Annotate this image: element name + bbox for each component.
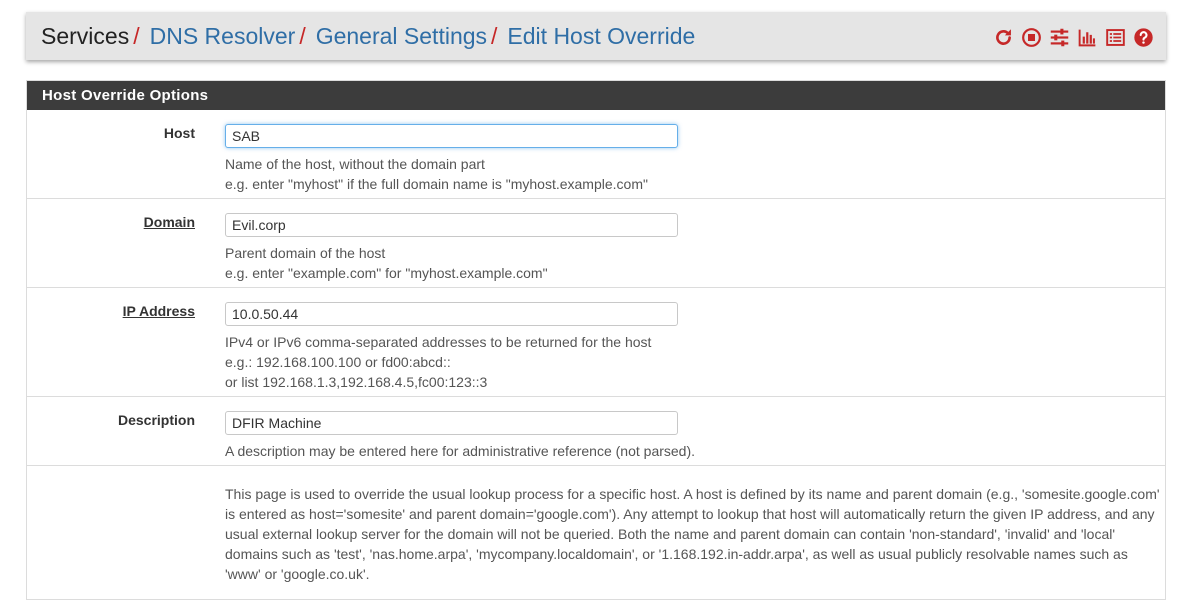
description-label: Description xyxy=(117,412,195,428)
settings-sliders-icon[interactable] xyxy=(1049,27,1070,48)
breadcrumb-bar: Services / DNS Resolver / General Settings / E… xyxy=(26,12,1166,60)
breadcrumb-separator: / xyxy=(491,23,498,49)
help-icon[interactable] xyxy=(1133,27,1154,48)
info-text: This page is used to override the usual … xyxy=(225,486,1160,582)
domain-label: Domain xyxy=(143,214,195,230)
help-line: A description may be entered here for ad… xyxy=(225,443,696,459)
info-row: This page is used to override the usual … xyxy=(27,466,1165,596)
help-line: Parent domain of the host xyxy=(225,245,386,261)
description-input[interactable] xyxy=(225,411,678,435)
reload-icon[interactable] xyxy=(993,27,1014,48)
help-line: or list 192.168.1.3,192.168.4.5,fc00:123… xyxy=(225,374,488,390)
breadcrumb-edit-host-override-link[interactable]: Edit Host Override xyxy=(507,23,695,49)
help-line: e.g. enter "example.com" for "myhost.exa… xyxy=(225,265,548,281)
host-help: Name of the host, without the domain par… xyxy=(225,154,1155,194)
chart-icon[interactable] xyxy=(1077,27,1098,48)
help-line: e.g.: 192.168.100.100 or fd00:abcd:: xyxy=(225,354,451,370)
breadcrumb-separator: / xyxy=(299,23,306,49)
host-row: Host Name of the host, without the domai… xyxy=(27,110,1165,199)
host-override-panel: Host Override Options Host Name of the h… xyxy=(26,80,1166,600)
ip-address-row: IP Address IPv4 or IPv6 comma-separated … xyxy=(27,288,1165,397)
ip-address-input[interactable] xyxy=(225,302,678,326)
breadcrumb: Services / DNS Resolver / General Settings / E… xyxy=(41,22,695,50)
help-line: e.g. enter "myhost" if the full domain n… xyxy=(225,176,648,192)
description-help: A description may be entered here for ad… xyxy=(225,441,1155,461)
host-label: Host xyxy=(163,125,195,141)
domain-input[interactable] xyxy=(225,213,678,237)
stop-icon[interactable] xyxy=(1021,27,1042,48)
domain-help: Parent domain of the host e.g. enter "ex… xyxy=(225,243,1155,283)
panel-heading: Host Override Options xyxy=(27,81,1165,110)
toolbar xyxy=(993,26,1154,48)
host-input[interactable] xyxy=(225,124,678,148)
description-row: Description A description may be entered… xyxy=(27,397,1165,466)
breadcrumb-dns-resolver-link[interactable]: DNS Resolver xyxy=(150,23,296,49)
breadcrumb-separator: / xyxy=(133,23,140,49)
log-list-icon[interactable] xyxy=(1105,27,1126,48)
domain-row: Domain Parent domain of the host e.g. en… xyxy=(27,199,1165,288)
breadcrumb-services: Services xyxy=(41,23,130,49)
help-line: IPv4 or IPv6 comma-separated addresses t… xyxy=(225,334,652,350)
ip-address-help: IPv4 or IPv6 comma-separated addresses t… xyxy=(225,332,1155,392)
breadcrumb-general-settings-link[interactable]: General Settings xyxy=(316,23,487,49)
ip-address-label: IP Address xyxy=(122,303,195,319)
help-line: Name of the host, without the domain par… xyxy=(225,156,485,172)
